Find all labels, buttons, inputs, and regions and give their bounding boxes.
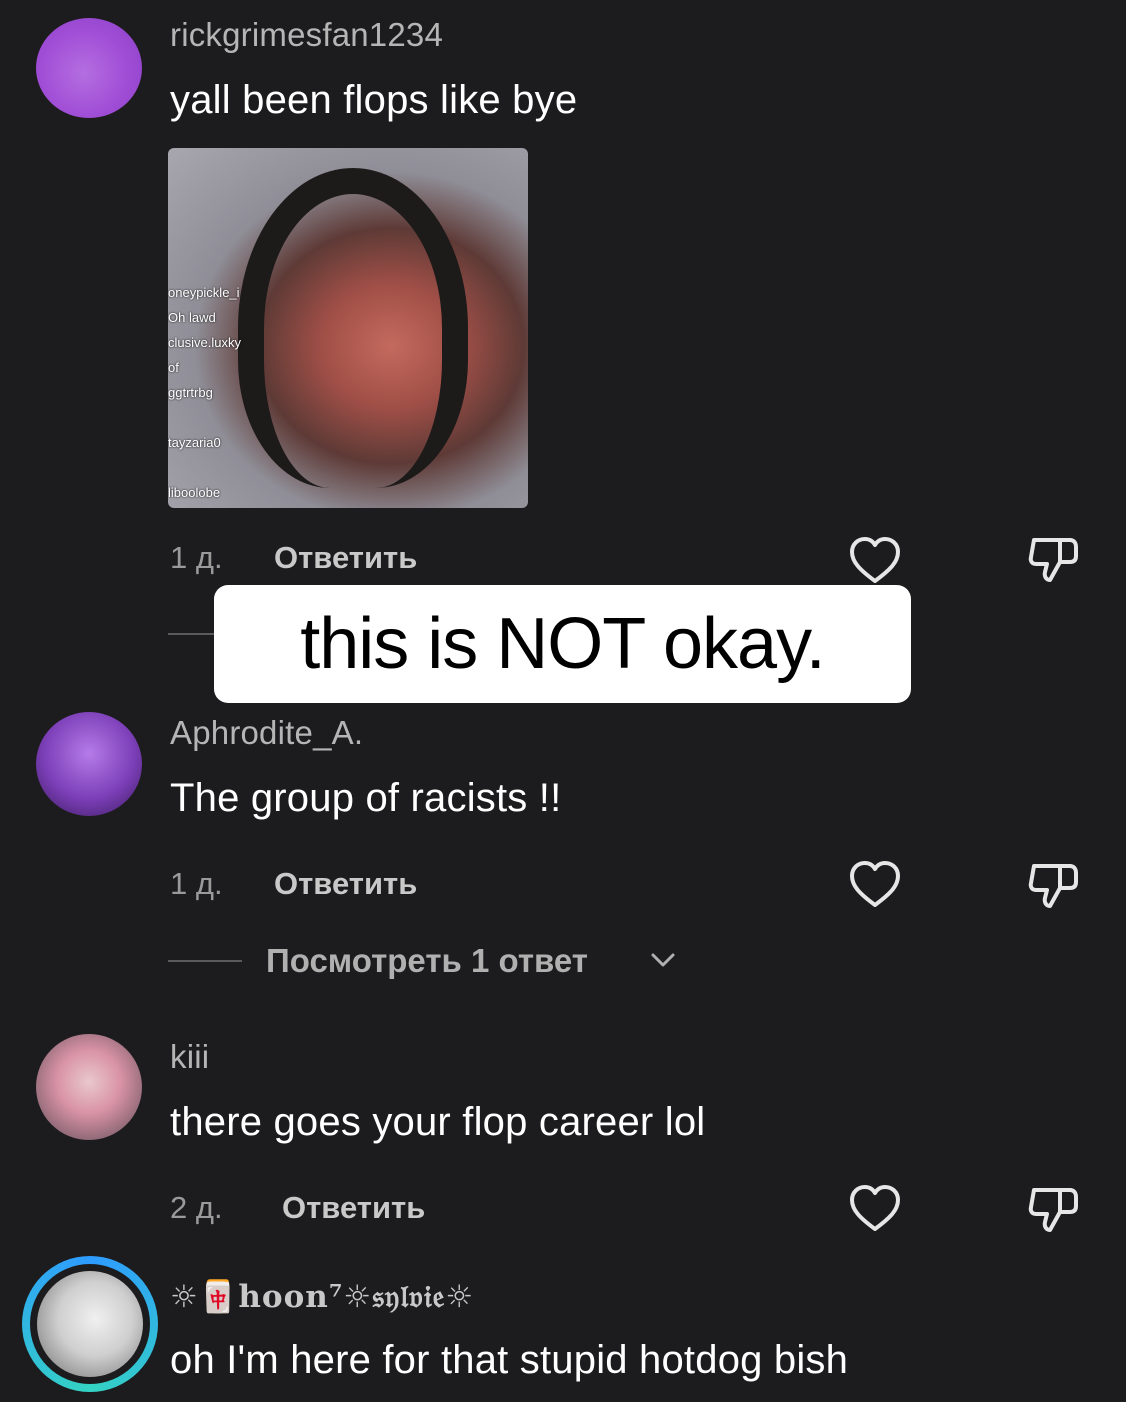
overlay-line: of <box>168 360 179 375</box>
comment-age: 2 д. <box>170 1190 223 1225</box>
avatar-rickgrimesfan1234[interactable] <box>36 18 142 118</box>
heart-outline-icon[interactable] <box>848 1182 902 1236</box>
thumbs-down-outline-icon[interactable] <box>1026 1182 1080 1236</box>
comment-text: The group of racists !! <box>170 776 562 820</box>
thumbs-down-outline-icon[interactable] <box>1026 858 1080 912</box>
comment-text: yall been flops like bye <box>170 78 578 122</box>
comment-age: 1 д. <box>170 540 223 575</box>
reply-button[interactable]: Ответить <box>274 540 417 576</box>
overlay-line: tayzaria0 <box>168 435 221 450</box>
heart-outline-icon[interactable] <box>848 858 902 912</box>
caption-text: this is NOT okay. <box>300 604 825 684</box>
comment-username[interactable]: rickgrimesfan1234 <box>170 16 443 54</box>
comment-text: oh I'm here for that stupid hotdog bish <box>170 1338 849 1382</box>
overlay-line: oneypickle_i <box>168 285 240 300</box>
comment-image-attachment[interactable]: oneypickle_i Oh lawd clusive.luxky of gg… <box>168 148 528 508</box>
attachment-overlay-text: oneypickle_i Oh lawd clusive.luxky of gg… <box>168 280 288 505</box>
thumbs-down-outline-icon[interactable] <box>1026 532 1080 586</box>
comment-username[interactable]: Aphrodite_A. <box>170 714 363 752</box>
overlay-line <box>168 455 288 480</box>
avatar-kiii[interactable] <box>36 1034 142 1140</box>
chevron-down-icon[interactable] <box>650 950 676 970</box>
overlay-line: liboolobe <box>168 485 221 500</box>
comment-text: there goes your flop career lol <box>170 1100 706 1144</box>
video-caption-overlay: this is NOT okay. <box>214 585 911 703</box>
reply-button[interactable]: Ответить <box>282 1190 425 1226</box>
heart-outline-icon[interactable] <box>848 534 902 588</box>
overlay-line: clusive.luxky <box>168 335 241 350</box>
reply-button[interactable]: Ответить <box>274 866 417 902</box>
comment-username[interactable]: kiii <box>170 1038 209 1076</box>
overlay-line: Oh lawd <box>168 310 216 325</box>
view-replies-button[interactable]: Посмотреть 1 ответ <box>266 942 588 980</box>
view-replies-divider <box>168 960 242 962</box>
avatar-aphrodite[interactable] <box>36 712 142 816</box>
avatar-hoon-sylvie[interactable] <box>37 1271 143 1377</box>
comment-age: 1 д. <box>170 866 223 901</box>
overlay-line: ggtrtrbg <box>168 385 213 400</box>
comment-username[interactable]: ☼🀄hoon⁷☼𝔰𝔶𝔩𝔳𝔦𝔢☼ <box>170 1278 474 1316</box>
overlay-line <box>168 405 288 430</box>
